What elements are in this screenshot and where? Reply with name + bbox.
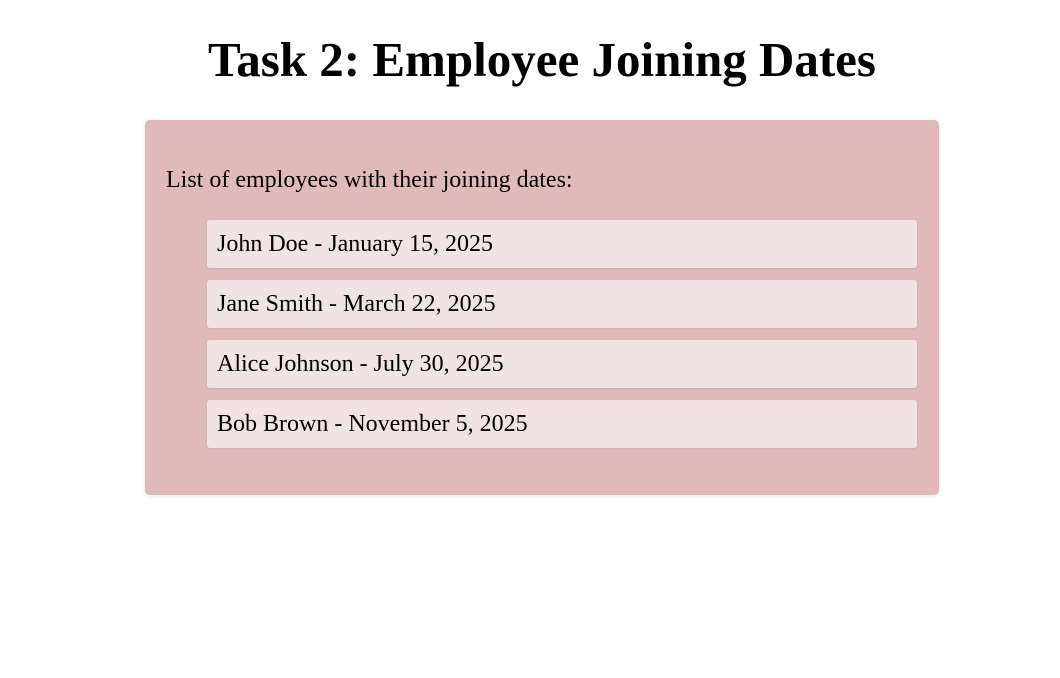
employee-list-intro: List of employees with their joining dat… [166, 167, 573, 193]
employee-item-bob-brown: Bob Brown - November 5, 2025 [207, 400, 917, 448]
employee-item-jane-smith: Jane Smith - March 22, 2025 [207, 280, 917, 328]
employee-item-alice-johnson: Alice Johnson - July 30, 2025 [207, 340, 917, 388]
employee-card: List of employees with their joining dat… [145, 120, 939, 495]
employee-item-john-doe: John Doe - January 15, 2025 [207, 220, 917, 268]
page-title: Task 2: Employee Joining Dates [208, 32, 876, 87]
employee-list: John Doe - January 15, 2025 Jane Smith -… [207, 220, 917, 460]
